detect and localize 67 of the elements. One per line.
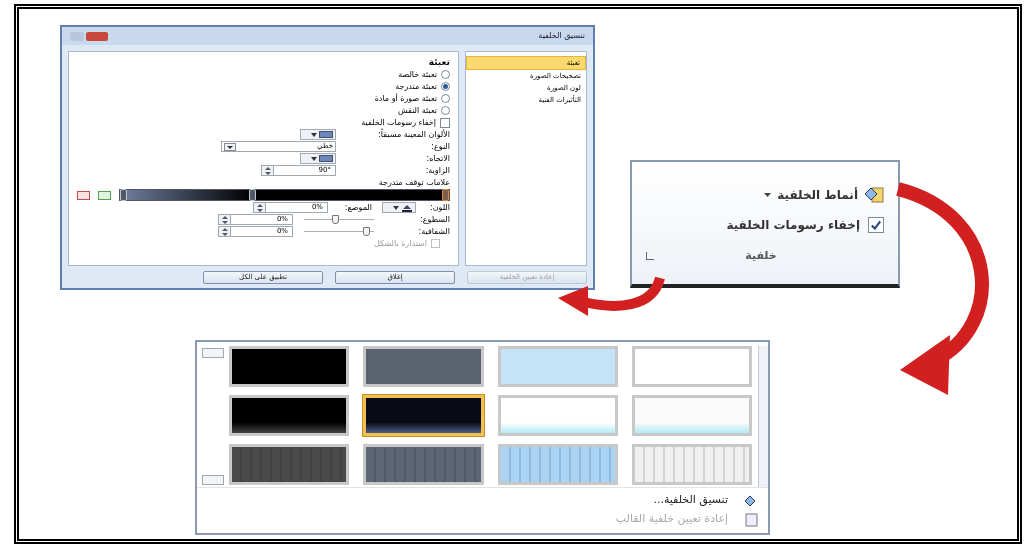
- background-swatch[interactable]: [229, 346, 350, 387]
- window-title: تنسيق الخلفية: [538, 30, 585, 42]
- background-styles-button[interactable]: أنماط الخلفية: [646, 184, 884, 206]
- field-label: اللون:: [429, 202, 450, 213]
- background-swatch[interactable]: [229, 444, 350, 485]
- document-icon: [744, 512, 760, 527]
- field-label: الشفافية:: [417, 226, 450, 237]
- scrollbar[interactable]: [758, 346, 768, 487]
- radio-button[interactable]: [441, 82, 450, 91]
- menu-item[interactable]: تنسيق الخلفية...: [653, 492, 760, 509]
- gradient-bar[interactable]: [119, 189, 450, 201]
- checkbox-label: إخفاء رسومات الخلفية: [726, 217, 860, 234]
- caret-icon: [393, 205, 399, 210]
- field-label: الألوان المعينة مسبقاً:: [377, 129, 450, 140]
- background-swatch[interactable]: [631, 395, 752, 436]
- spin-arrows-icon[interactable]: [219, 227, 231, 236]
- background-swatch[interactable]: [229, 395, 350, 436]
- slider-thumb[interactable]: [363, 227, 370, 236]
- field-label: علامات توقف متدرجة: [377, 177, 450, 188]
- gradient-stop-handle[interactable]: [120, 189, 127, 201]
- background-swatch[interactable]: [363, 395, 484, 436]
- radio-button[interactable]: [441, 94, 450, 103]
- gradient-stop-handle[interactable]: [442, 189, 449, 201]
- spin-arrows-icon[interactable]: [262, 166, 274, 175]
- preset-colors-dropdown[interactable]: [300, 129, 336, 140]
- field-label: تعبئة النقش: [397, 105, 437, 116]
- caret-icon: [764, 193, 772, 197]
- dialog-launcher-icon[interactable]: [646, 252, 654, 261]
- background-swatch[interactable]: [363, 444, 484, 485]
- slider-thumb[interactable]: [331, 215, 339, 224]
- checkbox[interactable]: [440, 117, 450, 128]
- field-label: الموضع:: [343, 202, 372, 213]
- field-label: استدارة بالشكل: [373, 238, 427, 249]
- spin-arrows-icon[interactable]: [254, 203, 266, 212]
- section-heading: تعبئة: [427, 56, 450, 68]
- slider[interactable]: [304, 226, 374, 237]
- background-swatch[interactable]: [497, 395, 618, 436]
- caret-icon: [311, 132, 317, 137]
- spin-arrows-icon[interactable]: [219, 215, 231, 224]
- field-label: تعبئة صورة أو مادة: [374, 93, 437, 104]
- scroll-up-button[interactable]: [202, 348, 224, 358]
- color-picker-button[interactable]: [382, 202, 416, 213]
- slider[interactable]: [304, 214, 374, 225]
- field-label: الاتجاه:: [425, 153, 450, 164]
- background-swatch[interactable]: [631, 346, 752, 387]
- field-label: تعبئة متدرجة: [395, 81, 437, 92]
- field-label: النوع:: [430, 141, 450, 152]
- direction-dropdown[interactable]: [300, 153, 336, 164]
- radio-button[interactable]: [441, 106, 450, 115]
- background-swatch[interactable]: [363, 346, 484, 387]
- scroll-down-button[interactable]: [202, 475, 224, 485]
- add-stop-icon[interactable]: [98, 190, 111, 200]
- caret-icon: [311, 156, 317, 161]
- gradient-stop-handle[interactable]: [248, 189, 256, 201]
- remove-stop-icon[interactable]: [77, 190, 90, 200]
- close-icon[interactable]: [86, 31, 108, 41]
- caret-icon: [224, 142, 236, 151]
- background-swatch[interactable]: [497, 346, 618, 387]
- group-label: خلفية: [745, 248, 777, 264]
- field-label: السطوع:: [419, 214, 450, 225]
- field-label: الزاوية:: [424, 165, 450, 176]
- background-swatch[interactable]: [497, 444, 618, 485]
- field-label: إخفاء رسومات الخلفية: [361, 117, 436, 128]
- checkbox[interactable]: [868, 217, 884, 233]
- background-swatch[interactable]: [631, 444, 752, 485]
- field-label: تعبئة خالصة: [398, 69, 437, 80]
- radio-button[interactable]: [441, 70, 450, 79]
